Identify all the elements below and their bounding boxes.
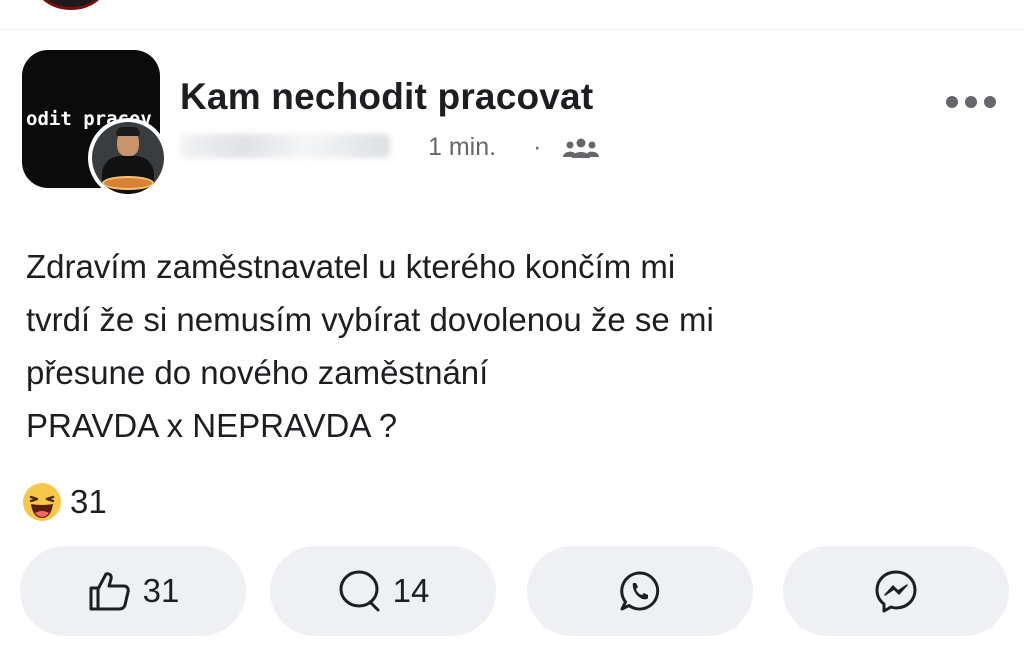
group-audience-icon [563,138,599,158]
thumbs-up-icon [89,572,130,611]
comment-button[interactable]: 14 [270,546,496,636]
top-strip [0,0,1024,30]
comment-count: 14 [392,572,430,609]
post-text-line: přesune do nového zaměstnání [26,354,489,391]
reaction-summary[interactable]: 31 [22,482,107,522]
group-name[interactable]: Kam nechodit pracovat [180,76,593,118]
author-photo [92,122,164,194]
comment-bubble-icon [339,570,380,612]
post-timestamp[interactable]: 1 min. [428,133,496,162]
like-button[interactable]: 31 [20,546,246,636]
post-text-line: Zdravím zaměstnavatel u kterého končím m… [26,248,676,285]
author-name-blurred[interactable] [180,134,390,158]
previous-post-avatar[interactable] [36,0,106,10]
meta-separator: · [533,133,542,161]
author-avatar[interactable] [88,118,168,198]
like-count: 31 [142,572,180,609]
post-text-line: PRAVDA x NEPRAVDA ? [26,407,398,444]
whatsapp-share-button[interactable] [527,546,753,636]
haha-emoji-icon [23,483,61,521]
whatsapp-icon [620,571,660,611]
messenger-share-button[interactable] [783,546,1009,636]
more-options-icon[interactable] [944,94,998,110]
post-body: Zdravím zaměstnavatel u kterého končím m… [26,240,986,452]
reaction-count: 31 [70,483,107,520]
author-photo-pizza [102,176,154,190]
post-text-line: tvrdí že si nemusím vybírat dovolenou že… [26,301,714,338]
author-photo-hair [116,127,140,136]
messenger-icon [875,570,917,613]
